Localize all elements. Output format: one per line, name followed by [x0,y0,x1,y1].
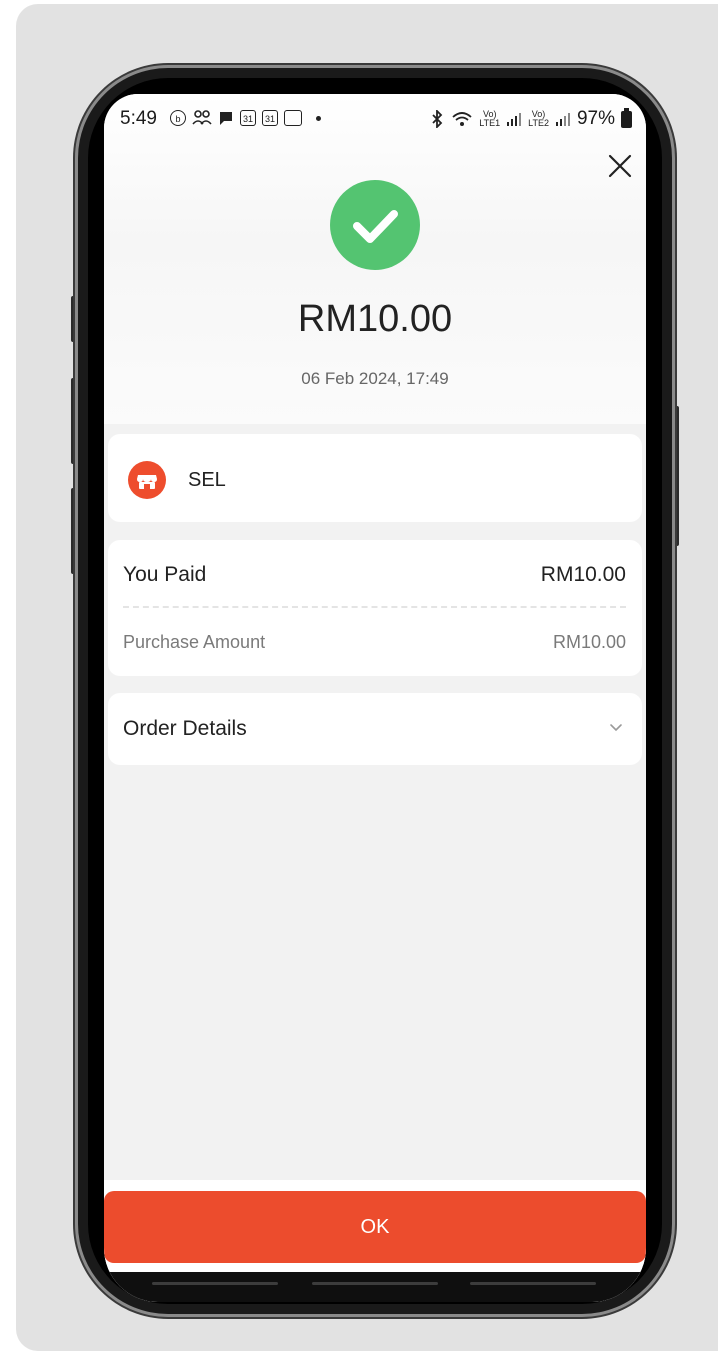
screen: 5:49 b 31 31 Vo) LTE1 Vo) LTE2 97% RM10.… [104,94,646,1302]
more-notifications-dot [316,115,321,121]
b-icon: b [170,110,186,126]
phone-button-right [672,406,679,546]
people-icon [192,110,212,125]
shop-icon [128,461,166,499]
signal-icon [555,113,570,126]
phone-button-left-3 [71,488,78,574]
order-details-toggle[interactable]: Order Details [108,693,642,765]
nav-home-handle[interactable] [312,1282,438,1285]
calendar-icon: 31 [240,110,256,126]
merchant-name: SEL [188,469,226,491]
status-left-icons: b 31 31 [170,110,321,126]
wifi-icon [452,112,472,126]
lte2-label: LTE2 [528,118,549,128]
touch-n-go-icon [284,110,302,126]
divider [123,606,626,608]
calendar-icon: 31 [262,110,278,126]
payment-summary-card: You Paid RM10.00 Purchase Amount RM10.00 [108,540,642,676]
volte2-signal-icon: Vo) LTE2 [528,109,549,128]
you-paid-label: You Paid [123,563,207,586]
ok-button[interactable]: OK [104,1191,646,1263]
status-right-icons: Vo) LTE1 Vo) LTE2 97% [429,107,632,130]
navigation-bar [104,1272,646,1302]
lte1-label: LTE1 [479,118,501,128]
status-time: 5:49 [120,108,157,129]
signal-icon [507,113,522,126]
merchant-card: SEL [108,434,642,522]
purchase-amount-value: RM10.00 [552,632,626,652]
message-icon [220,112,232,125]
order-details-label: Order Details [123,717,247,740]
nav-back-handle[interactable] [470,1282,596,1285]
battery-percent: 97% [576,108,615,129]
status-bar: 5:49 b 31 31 Vo) LTE1 Vo) LTE2 97% [104,104,646,134]
battery-icon [621,107,632,128]
phone-button-left-2 [71,378,78,464]
bluetooth-icon [432,110,443,128]
payment-amount: RM10.00 [297,298,453,340]
phone-button-left-1 [71,296,78,342]
purchase-amount-label: Purchase Amount [123,632,266,652]
you-paid-value: RM10.00 [540,563,626,586]
chevron-down-icon [610,724,622,732]
nav-recents-handle[interactable] [152,1282,278,1285]
success-check-icon [330,180,420,270]
payment-datetime: 06 Feb 2024, 17:49 [301,369,449,388]
volte1-signal-icon: Vo) LTE1 [479,109,501,128]
close-icon[interactable] [606,152,634,180]
